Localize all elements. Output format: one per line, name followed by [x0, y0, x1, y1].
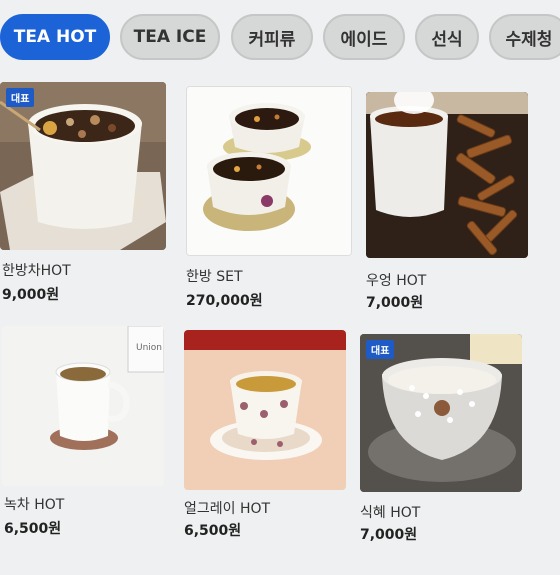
product-card-herbal-set[interactable]: 한방 SET 270,000원: [186, 80, 356, 310]
featured-badge: 대표: [6, 88, 35, 107]
product-image: [184, 330, 346, 490]
product-price: 7,000원: [360, 527, 418, 543]
product-price: 9,000원: [2, 287, 60, 303]
product-card-green-tea-hot[interactable]: Union 녹차 HOT 6,500원: [0, 326, 170, 546]
tab-seonsik[interactable]: 선식: [415, 14, 479, 60]
tab-tea-ice[interactable]: TEA ICE: [120, 14, 220, 60]
product-name: 녹차 HOT: [4, 497, 65, 513]
product-name: 식혜 HOT: [360, 505, 421, 521]
product-image: Union: [2, 326, 164, 486]
product-image: [366, 92, 528, 258]
union-cup-label: Union: [136, 343, 162, 353]
product-name: 한방차HOT: [2, 263, 71, 279]
product-card-herbal-tea-hot[interactable]: 대표 한방차HOT 9,000원: [0, 80, 170, 310]
product-card-earl-grey-hot[interactable]: 얼그레이 HOT 6,500원: [182, 326, 352, 546]
product-name: 얼그레이 HOT: [184, 501, 271, 517]
product-name: 한방 SET: [186, 269, 243, 285]
tab-handmade-syrup[interactable]: 수제청: [489, 14, 560, 60]
product-card-burdock-hot[interactable]: 우엉 HOT 7,000원: [366, 80, 536, 311]
product-image: 대표: [0, 82, 166, 250]
product-name: 우엉 HOT: [366, 273, 427, 289]
product-price: 6,500원: [184, 523, 242, 539]
product-price: 6,500원: [4, 521, 62, 537]
product-image: [186, 86, 352, 256]
product-price: 270,000원: [186, 293, 263, 309]
product-card-sikhye-hot[interactable]: 대표 식혜 HOT 7,000원: [358, 330, 528, 550]
tab-coffee[interactable]: 커피류: [231, 14, 313, 60]
product-image: 대표: [360, 334, 522, 492]
tab-tea-hot[interactable]: TEA HOT: [0, 14, 110, 60]
product-price: 7,000원: [366, 295, 424, 311]
featured-badge: 대표: [366, 340, 395, 359]
category-tabs: TEA HOT TEA ICE 커피류 에이드 선식 수제청: [0, 14, 560, 64]
tab-ade[interactable]: 에이드: [323, 14, 405, 60]
